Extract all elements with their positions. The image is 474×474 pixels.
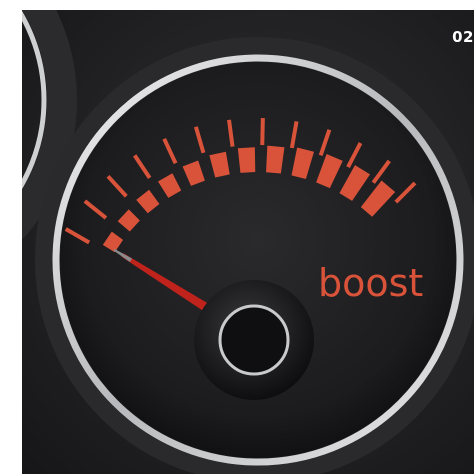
- boost-gauge: boost: [22, 10, 474, 474]
- scale-tick: [260, 118, 265, 146]
- needle-hub: [194, 280, 314, 400]
- scale-segment: [237, 147, 256, 173]
- gauge-photo: boost: [22, 10, 474, 474]
- gauge-label: boost: [318, 261, 423, 305]
- page-number: 02: [452, 28, 474, 46]
